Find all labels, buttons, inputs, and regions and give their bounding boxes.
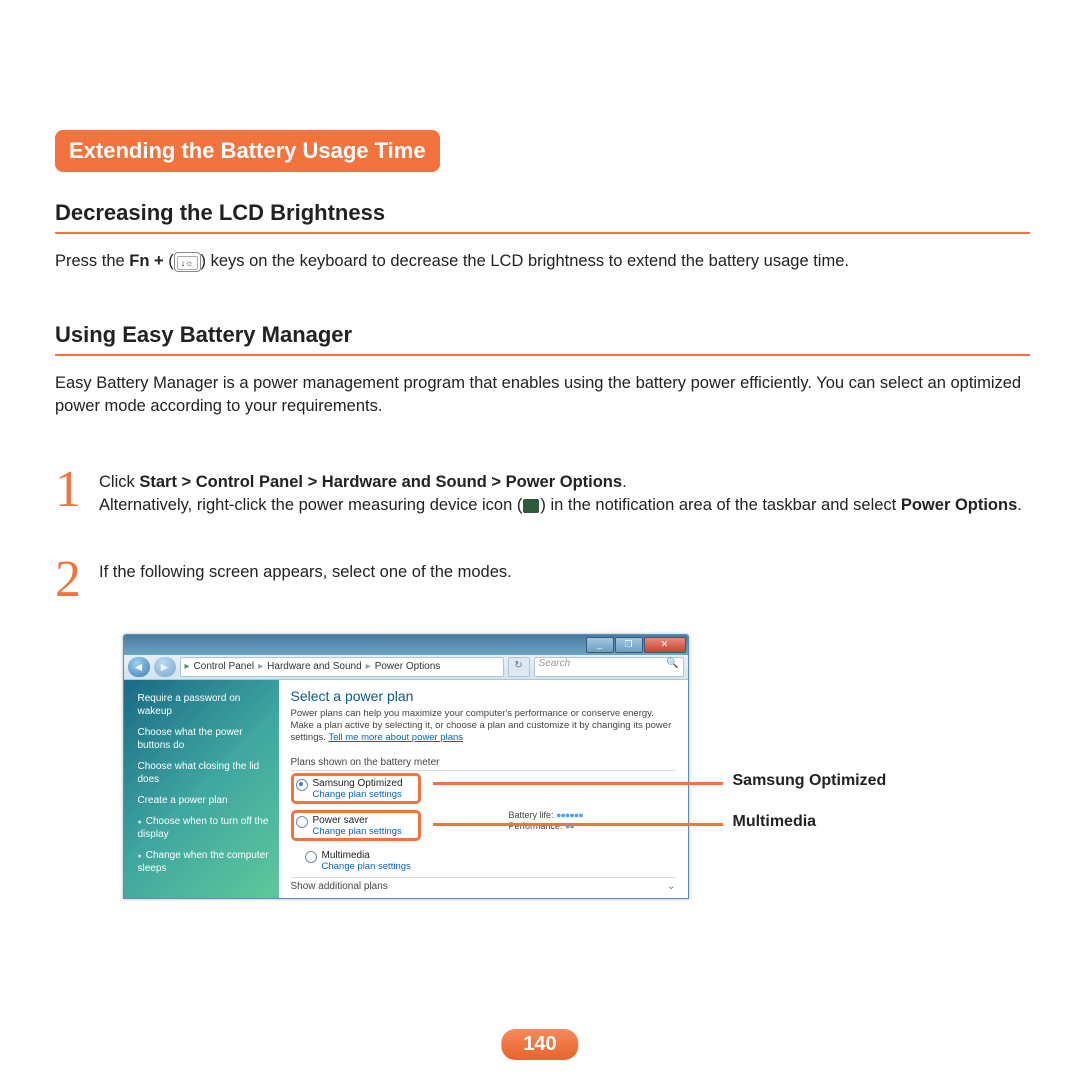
- callout-line-1: [433, 782, 723, 785]
- page-number: 140: [501, 1029, 578, 1060]
- step-2-body: If the following screen appears, select …: [99, 557, 512, 584]
- plan-multimedia-label: Multimedia: [322, 850, 370, 861]
- tell-me-more-link[interactable]: Tell me more about power plans: [328, 732, 463, 743]
- step-number-2: 2: [55, 557, 89, 604]
- maximize-button[interactable]: ❐: [615, 637, 643, 653]
- panel-subtext: Power plans can help you maximize your c…: [291, 708, 676, 745]
- refresh-button[interactable]: ↻: [508, 657, 530, 677]
- fn-key-text: Fn +: [129, 252, 168, 270]
- plan-multimedia-row: Multimedia Change plan settings: [303, 847, 676, 875]
- window-controls: _ ❐ ✕: [586, 637, 686, 653]
- sidebar-item-password[interactable]: Require a password on wakeup: [138, 692, 271, 718]
- plan-samsung-label: Samsung Optimized: [313, 778, 403, 789]
- minimize-button[interactable]: _: [586, 637, 614, 653]
- callout-label-2: Multimedia: [733, 813, 817, 831]
- sidebar-item-lid[interactable]: Choose what closing the lid does: [138, 760, 271, 786]
- callout-label-1: Samsung Optimized: [733, 772, 887, 790]
- document-page: Extending the Battery Usage Time Decreas…: [0, 0, 1080, 959]
- plans-shown-label: Plans shown on the battery meter: [291, 757, 676, 771]
- battery-meter-icon: ●●●●●●: [556, 810, 583, 820]
- sidebar-item-sleep[interactable]: Change when the computer sleeps: [138, 849, 271, 875]
- show-additional-plans[interactable]: Show additional plans ⌄: [291, 877, 676, 892]
- step-number-1: 1: [55, 467, 89, 514]
- crumb[interactable]: Hardware and Sound: [267, 661, 362, 672]
- crumb[interactable]: Control Panel: [194, 661, 255, 672]
- panel-heading: Select a power plan: [291, 688, 676, 704]
- radio-samsung[interactable]: [296, 779, 308, 791]
- key-icon: ↓☼: [174, 252, 201, 272]
- crumb[interactable]: Power Options: [375, 661, 441, 672]
- meter-labels: Battery life: ●●●●●● Performance: ●●: [509, 810, 583, 833]
- radio-powersaver[interactable]: [296, 816, 308, 828]
- text: ) in the notification area of the taskba…: [540, 496, 900, 514]
- key-symbol: ↓☼: [177, 256, 198, 270]
- text: Alternatively, right-click the power mea…: [99, 496, 522, 514]
- step-1-body: Click Start > Control Panel > Hardware a…: [99, 467, 1022, 517]
- address-breadcrumb[interactable]: ▸ Control Panel ▸ Hardware and Sound ▸ P…: [180, 657, 504, 677]
- section-1-body: Press the Fn + (↓☼) keys on the keyboard…: [55, 250, 1030, 272]
- text: Press the: [55, 252, 129, 270]
- section-heading-2: Using Easy Battery Manager: [55, 322, 1030, 356]
- change-plan-link[interactable]: Change plan settings: [313, 789, 403, 800]
- forward-button[interactable]: ►: [154, 657, 176, 677]
- step-1: 1 Click Start > Control Panel > Hardware…: [55, 467, 1030, 517]
- battery-life-label: Battery life:: [509, 810, 554, 820]
- chevron-down-icon: ⌄: [667, 881, 675, 892]
- text: .: [1017, 496, 1022, 514]
- screenshot-area: _ ❐ ✕ ◄ ► ▸ Control Panel ▸ Hardware and…: [123, 634, 1043, 899]
- plan-powersaver-highlight: Power saver Change plan settings: [291, 810, 421, 841]
- search-input[interactable]: Search: [534, 657, 684, 677]
- text: .: [622, 473, 627, 491]
- main-panel: Select a power plan Power plans can help…: [279, 680, 688, 898]
- section-2-body: Easy Battery Manager is a power manageme…: [55, 372, 1030, 417]
- section-heading-1: Decreasing the LCD Brightness: [55, 200, 1030, 234]
- plan-samsung-highlight: Samsung Optimized Change plan settings: [291, 773, 421, 804]
- text: keys on the keyboard to decrease the LCD…: [206, 252, 849, 270]
- power-options-window: _ ❐ ✕ ◄ ► ▸ Control Panel ▸ Hardware and…: [123, 634, 689, 899]
- chevron-right-icon: ▸: [258, 661, 263, 672]
- window-body: Require a password on wakeup Choose what…: [124, 680, 688, 898]
- nav-path: Start > Control Panel > Hardware and Sou…: [139, 473, 622, 491]
- text: Click: [99, 473, 139, 491]
- folder-icon: ▸: [185, 661, 190, 672]
- tasks-sidebar: Require a password on wakeup Choose what…: [124, 680, 279, 898]
- sidebar-item-power-buttons[interactable]: Choose what the power buttons do: [138, 726, 271, 752]
- tray-battery-icon: [523, 499, 539, 513]
- toolbar: ◄ ► ▸ Control Panel ▸ Hardware and Sound…: [124, 655, 688, 680]
- callout-line-2: [433, 823, 723, 826]
- plan-powersaver-label: Power saver: [313, 815, 369, 826]
- window-titlebar: _ ❐ ✕: [124, 635, 688, 655]
- power-options-bold: Power Options: [901, 496, 1017, 514]
- step-2: 2 If the following screen appears, selec…: [55, 557, 1030, 604]
- sidebar-item-create-plan[interactable]: Create a power plan: [138, 794, 271, 807]
- change-plan-link[interactable]: Change plan settings: [313, 826, 402, 837]
- back-button[interactable]: ◄: [128, 657, 150, 677]
- close-button[interactable]: ✕: [644, 637, 686, 653]
- radio-multimedia[interactable]: [305, 851, 317, 863]
- chevron-right-icon: ▸: [366, 661, 371, 672]
- sidebar-item-display-off[interactable]: Choose when to turn off the display: [138, 815, 271, 841]
- page-title-badge: Extending the Battery Usage Time: [55, 130, 440, 172]
- change-plan-link[interactable]: Change plan settings: [322, 861, 411, 872]
- show-additional-label: Show additional plans: [291, 881, 388, 892]
